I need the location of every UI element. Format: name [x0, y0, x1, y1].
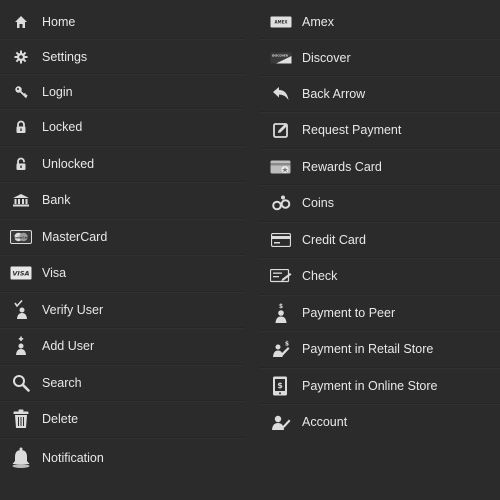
list-item-label: MasterCard [42, 229, 108, 244]
list-item-payment-to-peer[interactable]: $ Payment to Peer [259, 295, 500, 332]
list-item-credit-card[interactable]: Credit Card [259, 222, 500, 259]
rewards-card-icon [269, 155, 293, 179]
discover-mark: DISCOVER [272, 53, 289, 57]
list-item-notification[interactable]: Notification [0, 438, 245, 478]
list-item-label: Unlocked [42, 156, 95, 171]
discover-icon: DISCOVER [269, 46, 293, 70]
list-item-delete[interactable]: Delete [0, 401, 245, 438]
check-icon [269, 264, 293, 288]
list-item-label: Add User [42, 339, 95, 354]
unlock-icon [9, 152, 33, 176]
list-item-label: Rewards Card [302, 159, 382, 174]
list-item-label: Request Payment [302, 123, 402, 138]
list-item-label: Discover [302, 50, 351, 65]
list-item-request-payment[interactable]: Request Payment [259, 112, 500, 149]
list-item-locked[interactable]: Locked [0, 109, 245, 146]
list-item-coins[interactable]: Coins [259, 185, 500, 222]
trash-icon [9, 407, 33, 431]
list-item-label: Visa [42, 266, 67, 281]
list-item-label: Settings [42, 49, 88, 64]
bank-icon [9, 188, 33, 212]
list-item-payment-in-retail-store[interactable]: $ Payment in Retail Store [259, 331, 500, 368]
list-item-label: Account [302, 415, 348, 430]
list-item-label: Search [42, 375, 82, 390]
list-item-settings[interactable]: Settings [0, 39, 245, 74]
mastercard-mark: MasterCard [13, 235, 30, 239]
list-item-rewards-card[interactable]: Rewards Card [259, 149, 500, 186]
list-item-amex[interactable]: AMEX Amex [259, 4, 500, 39]
peer-payment-icon: $ [269, 301, 293, 325]
list-item-home[interactable]: Home [0, 4, 245, 39]
svg-text:$: $ [277, 381, 283, 390]
list-item-discover[interactable]: DISCOVER Discover [259, 39, 500, 76]
key-icon [9, 80, 33, 104]
icon-list-left: Home Settings Login Locked Unlocked Bank… [0, 4, 245, 478]
home-icon [9, 10, 33, 34]
list-item-mastercard[interactable]: MasterCard MasterCard [0, 219, 245, 256]
list-item-account[interactable]: Account [259, 404, 500, 441]
svg-text:$: $ [285, 341, 289, 348]
list-item-label: Credit Card [302, 232, 366, 247]
list-item-bank[interactable]: Bank [0, 182, 245, 219]
back-arrow-icon [269, 82, 293, 106]
retail-payment-icon: $ [269, 337, 293, 361]
online-payment-icon: $ [269, 374, 293, 398]
list-item-verify-user[interactable]: Verify User [0, 292, 245, 329]
lock-icon [9, 115, 33, 139]
list-item-label: Amex [302, 14, 334, 29]
list-item-back-arrow[interactable]: Back Arrow [259, 76, 500, 112]
visa-mark: VISA [12, 270, 29, 278]
list-item-label: Payment to Peer [302, 305, 396, 320]
list-item-label: Home [42, 14, 76, 29]
list-item-label: Locked [42, 120, 83, 135]
list-item-label: Check [302, 269, 338, 284]
list-item-add-user[interactable]: Add User [0, 328, 245, 365]
bell-icon [9, 446, 33, 470]
account-icon [269, 410, 293, 434]
visa-icon: VISA [9, 261, 33, 285]
svg-text:$: $ [279, 303, 283, 310]
list-item-label: Payment in Online Store [302, 378, 438, 393]
list-item-label: Verify User [42, 302, 104, 317]
list-item-search[interactable]: Search [0, 365, 245, 402]
list-item-payment-in-online-store[interactable]: $ Payment in Online Store [259, 368, 500, 405]
credit-card-icon [269, 228, 293, 252]
list-item-check[interactable]: Check [259, 258, 500, 295]
verify-user-icon [9, 298, 33, 322]
list-item-label: Login [42, 84, 73, 99]
list-item-label: Delete [42, 412, 79, 427]
amex-mark: AMEX [275, 19, 288, 24]
list-item-visa[interactable]: VISA Visa [0, 255, 245, 292]
list-item-label: Notification [42, 450, 104, 465]
mastercard-icon: MasterCard [9, 225, 33, 249]
add-user-icon [9, 334, 33, 358]
amex-icon: AMEX [269, 10, 293, 34]
list-item-unlocked[interactable]: Unlocked [0, 146, 245, 183]
list-item-label: Coins [302, 196, 334, 211]
search-icon [9, 371, 33, 395]
coins-icon [269, 191, 293, 215]
request-payment-icon [269, 118, 293, 142]
list-item-label: Back Arrow [302, 87, 366, 101]
list-item-label: Bank [42, 193, 71, 208]
list-item-login[interactable]: Login [0, 74, 245, 109]
list-item-label: Payment in Retail Store [302, 342, 434, 357]
icon-list-right: AMEX Amex DISCOVER Discover Back Arrow R… [259, 4, 500, 441]
gear-icon [9, 45, 33, 69]
